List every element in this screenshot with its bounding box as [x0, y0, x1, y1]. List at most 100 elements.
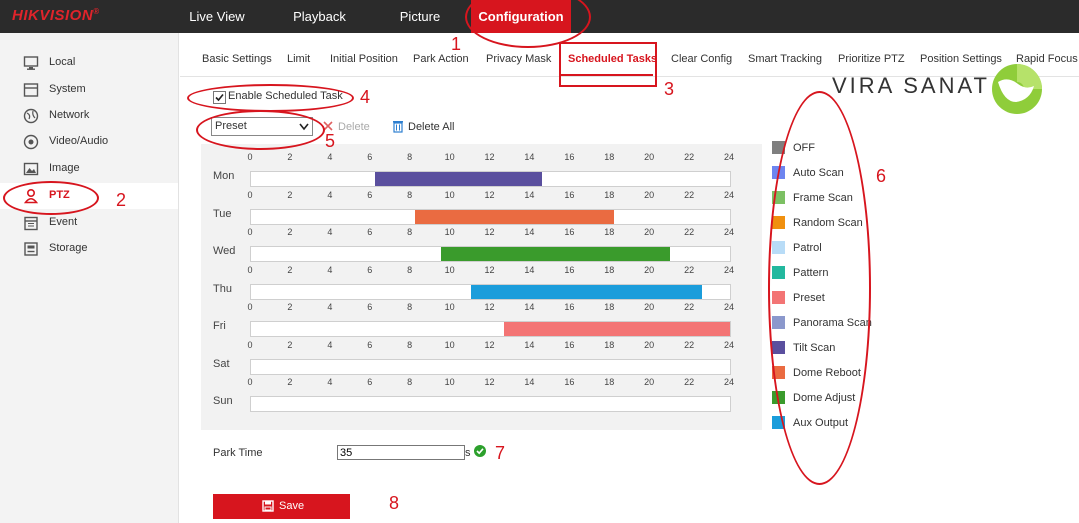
day-timeline-mon[interactable]	[250, 171, 731, 187]
hour-tick-label: 20	[644, 377, 655, 387]
annotation-ellipse-legend	[768, 91, 871, 485]
hour-tick-label: 0	[247, 302, 253, 312]
schedule-segment[interactable]	[504, 322, 730, 336]
hour-tick-label: 12	[484, 264, 495, 275]
hour-tick-label: 0	[247, 189, 253, 200]
weekly-schedule: 0 2 4 6 8 10 12 14 16 18 20 22 24 Mon 0 2 4 6 8 10 12 14 16 18 2…	[201, 144, 762, 430]
hour-tick-label: 16	[564, 339, 575, 350]
hour-tick-label: 0	[247, 227, 253, 237]
annotation-number-6: 6	[876, 166, 887, 186]
sidebar-item-label: Event	[49, 216, 78, 228]
hour-tick-label: 14	[524, 227, 535, 237]
sidebar-item-image[interactable]: Image	[0, 156, 178, 182]
delete-button[interactable]: Delete	[338, 121, 370, 133]
hour-tick-label: 14	[524, 339, 535, 350]
hour-tick-label: 18	[604, 377, 615, 387]
hour-tick-label: 18	[604, 227, 615, 237]
hour-tick-label: 22	[684, 152, 695, 162]
annotation-number-4: 4	[360, 87, 371, 107]
hour-tick-label: 22	[684, 227, 695, 237]
hour-tick-label: 8	[407, 264, 413, 275]
hour-tick-label: 2	[287, 377, 293, 387]
hour-tick-label: 20	[644, 264, 655, 275]
hour-tick-label: 12	[484, 189, 495, 200]
tab-clear-config[interactable]: Clear Config	[671, 53, 732, 65]
schedule-segment[interactable]	[374, 172, 543, 186]
hour-tick-label: 0	[247, 152, 253, 162]
hour-tick-label: 24	[723, 152, 734, 162]
hour-tick-label: 18	[604, 264, 615, 275]
sidebar-item-video-audio[interactable]: Video/Audio	[0, 129, 178, 155]
schedule-segment[interactable]	[440, 247, 671, 261]
floppy-disk-icon	[262, 500, 274, 512]
day-label-mon: Mon	[213, 170, 235, 182]
tab-limit[interactable]: Limit	[287, 53, 310, 65]
nav-playback[interactable]: Playback	[282, 0, 357, 33]
hour-tick-label: 4	[327, 264, 333, 275]
hour-tick-label: 24	[723, 302, 734, 312]
sidebar-item-local[interactable]: Local	[0, 50, 178, 76]
hour-tick-label: 6	[367, 377, 373, 387]
hour-tick-label: 0	[247, 377, 253, 387]
hour-tick-label: 8	[407, 189, 413, 200]
sidebar-item-label: Network	[49, 109, 90, 121]
delete-all-button[interactable]: Delete All	[408, 121, 454, 133]
hour-tick-label: 16	[564, 227, 575, 237]
day-timeline-thu[interactable]	[250, 283, 731, 300]
hour-tick-label: 10	[444, 302, 455, 312]
hour-tick-label: 16	[564, 302, 575, 312]
annotation-ellipse-enable	[187, 84, 354, 112]
hour-tick-label: 12	[484, 377, 495, 387]
day-label-wed: Wed	[213, 245, 236, 257]
nav-live-view[interactable]: Live View	[181, 0, 253, 33]
sidebar-item-storage[interactable]: Storage	[0, 236, 178, 262]
hour-tick-label: 16	[564, 152, 575, 162]
save-button[interactable]: Save	[213, 494, 350, 519]
annotation-ellipse-configuration	[465, 0, 591, 48]
vira-sanat-logo-icon	[992, 64, 1042, 114]
hour-tick-label: 20	[644, 152, 655, 162]
hour-tick-label: 4	[327, 189, 333, 200]
trash-icon	[393, 121, 403, 133]
hour-tick-label: 8	[407, 227, 413, 237]
day-timeline-tue[interactable]	[250, 208, 731, 225]
tab-initial-position[interactable]: Initial Position	[330, 53, 398, 65]
system-icon	[23, 83, 39, 97]
hour-tick-label: 24	[723, 189, 734, 200]
tab-privacy-mask[interactable]: Privacy Mask	[486, 53, 551, 65]
tab-basic-settings[interactable]: Basic Settings	[202, 53, 272, 65]
sidebar-item-event[interactable]: Event	[0, 210, 178, 236]
annotation-ellipse-ptz	[3, 181, 99, 215]
hour-tick-label: 18	[604, 339, 615, 350]
schedule-segment[interactable]	[470, 284, 703, 299]
nav-picture[interactable]: Picture	[389, 0, 451, 33]
sidebar: Local System Network Video/Audio Image P…	[0, 33, 179, 523]
day-timeline-fri[interactable]	[250, 321, 731, 337]
park-time-unit: s	[465, 447, 471, 459]
sidebar-item-label: Local	[49, 56, 76, 68]
day-timeline-wed[interactable]	[250, 246, 731, 262]
hour-tick-label: 8	[407, 339, 413, 350]
day-timeline-sat[interactable]	[250, 358, 731, 375]
day-timeline-sun[interactable]	[250, 396, 731, 412]
hour-tick-label: 2	[287, 339, 293, 350]
hour-tick-label: 12	[484, 339, 495, 350]
storage-icon	[24, 242, 38, 256]
hour-tick-label: 2	[287, 152, 293, 162]
annotation-number-8: 8	[389, 493, 400, 513]
save-label: Save	[279, 500, 305, 512]
tab-smart-tracking[interactable]: Smart Tracking	[748, 53, 822, 65]
globe-icon	[23, 108, 39, 124]
hour-tick-label: 14	[524, 302, 535, 312]
hour-tick-label: 18	[604, 302, 615, 312]
sidebar-item-network[interactable]: Network	[0, 103, 178, 129]
hour-tick-label: 6	[367, 227, 373, 237]
sidebar-item-system[interactable]: System	[0, 77, 178, 103]
hour-tick-label: 20	[644, 302, 655, 312]
hour-tick-label: 0	[247, 339, 253, 350]
hour-tick-label: 22	[684, 377, 695, 387]
tab-prioritize-ptz[interactable]: Prioritize PTZ	[838, 53, 905, 65]
schedule-segment[interactable]	[414, 209, 615, 224]
hour-tick-label: 6	[367, 152, 373, 162]
park-time-input[interactable]	[337, 445, 465, 460]
